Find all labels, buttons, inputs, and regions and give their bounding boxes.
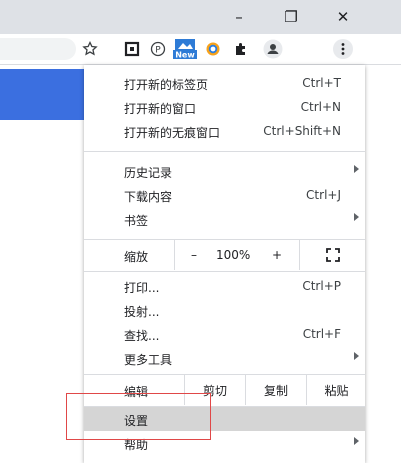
menu-item-shortcut: Ctrl+N xyxy=(300,100,341,114)
menu-item-new-tab[interactable]: 打开新的标签页 Ctrl+T xyxy=(84,72,365,94)
zoom-out-button[interactable]: – xyxy=(174,240,213,270)
zoom-in-button[interactable]: + xyxy=(264,240,290,270)
zoom-value: 100% xyxy=(216,248,251,262)
submenu-arrow-icon xyxy=(354,437,359,445)
zoom-row: 缩放 – 100% + xyxy=(84,240,365,270)
restore-button[interactable]: ❐ xyxy=(268,0,314,34)
puzzle-icon[interactable] xyxy=(231,39,251,59)
fullscreen-button[interactable] xyxy=(299,240,366,270)
fullscreen-icon xyxy=(326,248,340,262)
menu-item-history[interactable]: 历史记录 xyxy=(84,160,365,182)
menu-item-new-window[interactable]: 打开新的窗口 Ctrl+N xyxy=(84,96,365,118)
more-icon[interactable] xyxy=(333,39,353,59)
svg-text:P: P xyxy=(155,46,161,56)
new-badge-extension-icon[interactable]: New xyxy=(172,39,198,60)
menu-item-label: 书签 xyxy=(124,214,149,228)
submenu-arrow-icon xyxy=(354,352,359,360)
square-extension-icon[interactable] xyxy=(122,39,142,59)
menu-item-shortcut: Ctrl+P xyxy=(302,279,341,293)
menu-item-print[interactable]: 打印... Ctrl+P xyxy=(84,275,365,297)
annotation-highlight-box xyxy=(66,393,211,440)
zoom-label: 缩放 xyxy=(124,250,149,264)
submenu-arrow-icon xyxy=(354,165,359,173)
opera-icon[interactable] xyxy=(203,39,223,59)
submenu-arrow-icon xyxy=(354,213,359,221)
minimize-button[interactable]: – xyxy=(216,0,262,34)
menu-item-label: 历史记录 xyxy=(124,166,173,180)
menu-item-label: 下载内容 xyxy=(124,190,173,204)
menu-separator xyxy=(84,271,365,272)
star-icon[interactable] xyxy=(80,39,100,59)
menu-item-label: 打开新的无痕窗口 xyxy=(124,126,221,140)
page-banner xyxy=(0,69,84,120)
menu-item-shortcut: Ctrl+Shift+N xyxy=(263,124,341,138)
menu-item-label: 打印... xyxy=(124,281,160,295)
menu-item-cast[interactable]: 投射... xyxy=(84,299,365,321)
close-button[interactable]: ✕ xyxy=(320,0,366,34)
menu-item-downloads[interactable]: 下载内容 Ctrl+J xyxy=(84,184,365,206)
parking-icon[interactable]: P xyxy=(148,39,168,59)
browser-toolbar: P New xyxy=(0,34,401,65)
menu-item-label: 投射... xyxy=(124,305,160,319)
copy-button[interactable]: 复制 xyxy=(245,375,306,405)
menu-separator xyxy=(84,151,365,152)
menu-item-bookmarks[interactable]: 书签 xyxy=(84,208,365,230)
menu-item-label: 查找... xyxy=(124,329,160,343)
menu-item-more-tools[interactable]: 更多工具 xyxy=(84,347,365,369)
menu-item-label: 打开新的标签页 xyxy=(124,78,209,92)
menu-item-label: 更多工具 xyxy=(124,353,173,367)
menu-item-find[interactable]: 查找... Ctrl+F xyxy=(84,323,365,345)
address-bar[interactable] xyxy=(0,38,76,60)
menu-item-shortcut: Ctrl+T xyxy=(302,76,341,90)
profile-icon[interactable] xyxy=(263,39,283,59)
new-badge-text: New xyxy=(175,51,195,60)
menu-item-label: 打开新的窗口 xyxy=(124,102,197,116)
menu-item-shortcut: Ctrl+J xyxy=(306,188,341,202)
page-content-right xyxy=(365,65,401,463)
paste-button[interactable]: 粘贴 xyxy=(306,375,366,405)
title-bar: – ❐ ✕ xyxy=(0,0,401,34)
menu-item-new-incognito-window[interactable]: 打开新的无痕窗口 Ctrl+Shift+N xyxy=(84,120,365,142)
menu-item-shortcut: Ctrl+F xyxy=(302,327,341,341)
